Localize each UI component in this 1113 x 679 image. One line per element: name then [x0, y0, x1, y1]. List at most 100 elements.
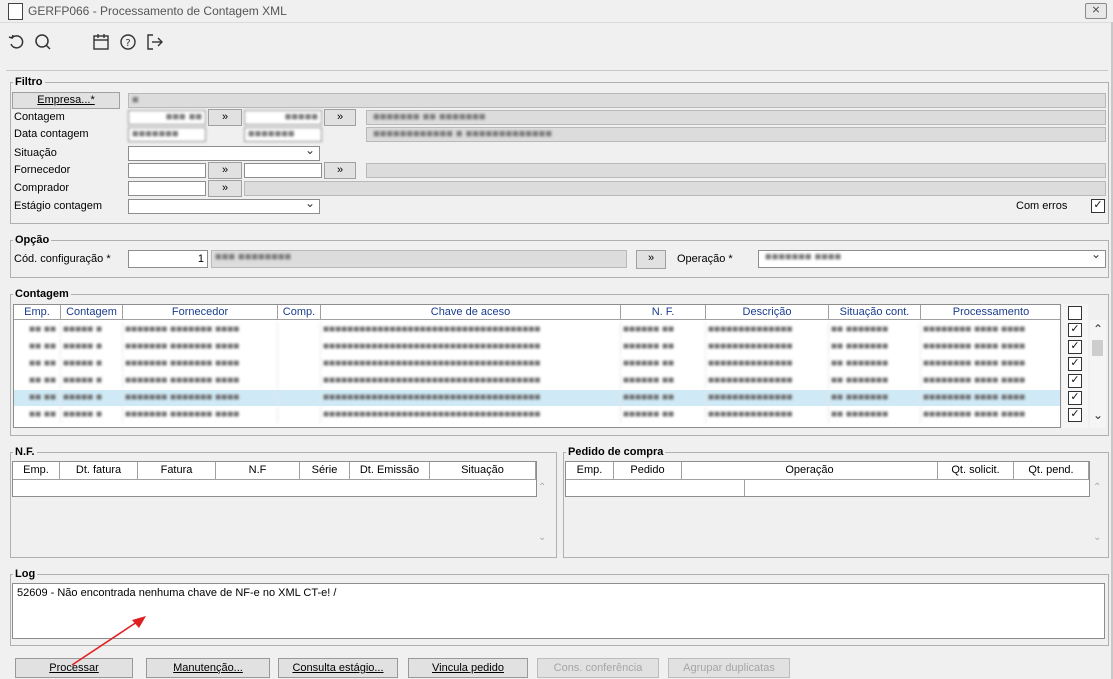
cod-configuracao-input[interactable]: 1: [128, 250, 208, 268]
data-contagem-desc-field: ■■■■■■■■■■■■ ■ ■■■■■■■■■■■■■: [366, 127, 1106, 142]
row-checkbox[interactable]: ✓: [1068, 374, 1082, 388]
nf-col-fatura[interactable]: Fatura: [138, 462, 216, 480]
table-row[interactable]: ■■ ■■ ■■■■■ ■ ■■■■■■■ ■■■■■■■ ■■■■ ■■■■■■■■…: [14, 407, 1060, 423]
separator: [6, 70, 1108, 71]
com-erros-label: Com erros: [1016, 200, 1068, 212]
fornecedor-label: Fornecedor: [14, 164, 71, 176]
pedido-scroll-down-icon[interactable]: ⌄: [1093, 532, 1101, 543]
pedido-table[interactable]: Emp. Pedido Operação Qt. solicit. Qt. pe…: [565, 461, 1090, 497]
vincula-pedido-label: Vincula pedido: [432, 662, 504, 674]
nf-scroll-down-icon[interactable]: ⌄: [538, 532, 546, 543]
col-comp[interactable]: Comp.: [278, 305, 321, 320]
contagem-table[interactable]: Emp. Contagem Fornecedor Comp. Chave de …: [13, 304, 1061, 428]
col-fornecedor[interactable]: Fornecedor: [123, 305, 278, 320]
nf-label: N.F.: [13, 446, 37, 458]
contagem-desc-field: ■■■■■■■ ■■ ■■■■■■■: [366, 110, 1106, 125]
search-icon[interactable]: [32, 32, 54, 54]
fornecedor-desc-field: [366, 163, 1106, 178]
comprador-label: Comprador: [14, 182, 70, 194]
com-erros-checkbox[interactable]: ✓: [1091, 199, 1105, 213]
nf-col-dt-emissao[interactable]: Dt. Emissão: [350, 462, 430, 480]
title-bar: GERFP066 - Processamento de Contagem XML…: [0, 0, 1113, 23]
log-textarea[interactable]: 52609 - Não encontrada nenhuma chave de …: [12, 583, 1105, 639]
col-situacao-cont[interactable]: Situação cont.: [829, 305, 921, 320]
pedido-col-pedido[interactable]: Pedido: [614, 462, 682, 480]
pedido-col-qt-solicit[interactable]: Qt. solicit.: [938, 462, 1014, 480]
manutencao-button[interactable]: Manutenção...: [146, 658, 270, 678]
table-row-selected[interactable]: ■■ ■■ ■■■■■ ■ ■■■■■■■ ■■■■■■■ ■■■■ ■■■■■■■■…: [14, 390, 1060, 406]
window-icon: [8, 3, 23, 20]
scroll-thumb[interactable]: [1092, 340, 1103, 356]
col-processamento[interactable]: Processamento: [921, 305, 1060, 320]
consulta-estagio-button[interactable]: Consulta estágio...: [278, 658, 398, 678]
nf-col-serie[interactable]: Série: [300, 462, 350, 480]
estagio-contagem-select[interactable]: [128, 199, 320, 214]
col-chave-de-aceso[interactable]: Chave de aceso: [321, 305, 621, 320]
row-checkbox[interactable]: ✓: [1068, 357, 1082, 371]
contagem-to-lookup-button[interactable]: »: [324, 109, 356, 126]
filtro-label: Filtro: [13, 76, 45, 88]
nf-col-dt-fatura[interactable]: Dt. fatura: [60, 462, 138, 480]
nf-scroll-up-icon[interactable]: ⌃: [538, 482, 546, 493]
nf-col-nf[interactable]: N.F: [216, 462, 300, 480]
contagem-label: Contagem: [13, 288, 71, 300]
nf-table[interactable]: Emp. Dt. fatura Fatura N.F Série Dt. Emi…: [12, 461, 537, 497]
pedido-col-qt-pend[interactable]: Qt. pend.: [1014, 462, 1089, 480]
row-checkbox[interactable]: ✓: [1068, 323, 1082, 337]
cons-conferencia-button: Cons. conferência: [537, 658, 659, 678]
data-contagem-from-input[interactable]: ■■■■■■■: [128, 127, 206, 142]
cod-configuracao-label: Cód. configuração *: [14, 253, 111, 265]
situacao-select[interactable]: [128, 146, 320, 161]
help-icon[interactable]: ?: [117, 32, 139, 54]
fornecedor-from-lookup-button[interactable]: »: [208, 162, 242, 179]
svg-text:?: ?: [125, 38, 130, 49]
fornecedor-from-input[interactable]: [128, 163, 206, 178]
fornecedor-to-lookup-button[interactable]: »: [324, 162, 356, 179]
select-all-checkbox[interactable]: [1068, 306, 1082, 320]
vincula-pedido-button[interactable]: Vincula pedido: [408, 658, 528, 678]
operacao-lookup-button[interactable]: »: [636, 250, 666, 269]
contagem-scrollbar[interactable]: ⌃ ⌄: [1090, 320, 1106, 428]
annotation-arrow-icon: [71, 616, 146, 666]
table-row[interactable]: ■■ ■■ ■■■■■ ■ ■■■■■■■ ■■■■■■■ ■■■■ ■■■■■■■■…: [14, 356, 1060, 372]
row-checkbox[interactable]: ✓: [1068, 391, 1082, 405]
opcao-label: Opção: [13, 234, 52, 246]
scroll-up-icon[interactable]: ⌃: [1093, 322, 1103, 336]
manutencao-label: Manutenção...: [173, 662, 243, 674]
contagem-from-input[interactable]: ■■■ ■■: [128, 110, 206, 125]
fornecedor-to-input[interactable]: [244, 163, 322, 178]
comprador-input[interactable]: [128, 181, 206, 196]
log-label: Log: [13, 568, 38, 580]
col-nf[interactable]: N. F.: [621, 305, 706, 320]
situacao-label: Situação: [14, 147, 57, 159]
pedido-col-operacao[interactable]: Operação: [682, 462, 938, 480]
pedido-label: Pedido de compra: [566, 446, 666, 458]
cod-configuracao-desc-field: ■■■ ■■■■■■■■: [211, 250, 627, 268]
col-descricao[interactable]: Descrição: [706, 305, 829, 320]
data-contagem-to-input[interactable]: ■■■■■■■: [244, 127, 322, 142]
calendar-icon[interactable]: [90, 32, 112, 54]
undo-icon[interactable]: [6, 32, 28, 54]
col-emp[interactable]: Emp.: [14, 305, 61, 320]
table-row[interactable]: ■■ ■■ ■■■■■ ■ ■■■■■■■ ■■■■■■■ ■■■■ ■■■■■■■■…: [14, 322, 1060, 338]
window-title: GERFP066 - Processamento de Contagem XML: [28, 4, 287, 18]
scroll-down-icon[interactable]: ⌄: [1093, 408, 1103, 422]
nf-col-situacao[interactable]: Situação: [430, 462, 536, 480]
operacao-select[interactable]: ■■■■■■■ ■■■■: [758, 250, 1106, 268]
contagem-to-input[interactable]: ■■■■■: [244, 110, 322, 125]
table-row[interactable]: ■■ ■■ ■■■■■ ■ ■■■■■■■ ■■■■■■■ ■■■■ ■■■■■■■■…: [14, 339, 1060, 355]
comprador-lookup-button[interactable]: »: [208, 180, 242, 197]
pedido-col-emp[interactable]: Emp.: [566, 462, 614, 480]
close-button[interactable]: ⨯: [1085, 3, 1107, 19]
pedido-scroll-up-icon[interactable]: ⌃: [1093, 482, 1101, 493]
nf-col-emp[interactable]: Emp.: [13, 462, 60, 480]
contagem-from-lookup-button[interactable]: »: [208, 109, 242, 126]
empresa-button[interactable]: Empresa...*: [12, 92, 120, 109]
col-contagem[interactable]: Contagem: [61, 305, 123, 320]
table-row[interactable]: ■■ ■■ ■■■■■ ■ ■■■■■■■ ■■■■■■■ ■■■■ ■■■■■■■■…: [14, 373, 1060, 389]
consulta-estagio-label: Consulta estágio...: [292, 662, 384, 674]
row-checkbox[interactable]: ✓: [1068, 408, 1082, 422]
estagio-contagem-label: Estágio contagem: [14, 200, 103, 212]
row-checkbox[interactable]: ✓: [1068, 340, 1082, 354]
exit-icon[interactable]: [144, 32, 166, 54]
